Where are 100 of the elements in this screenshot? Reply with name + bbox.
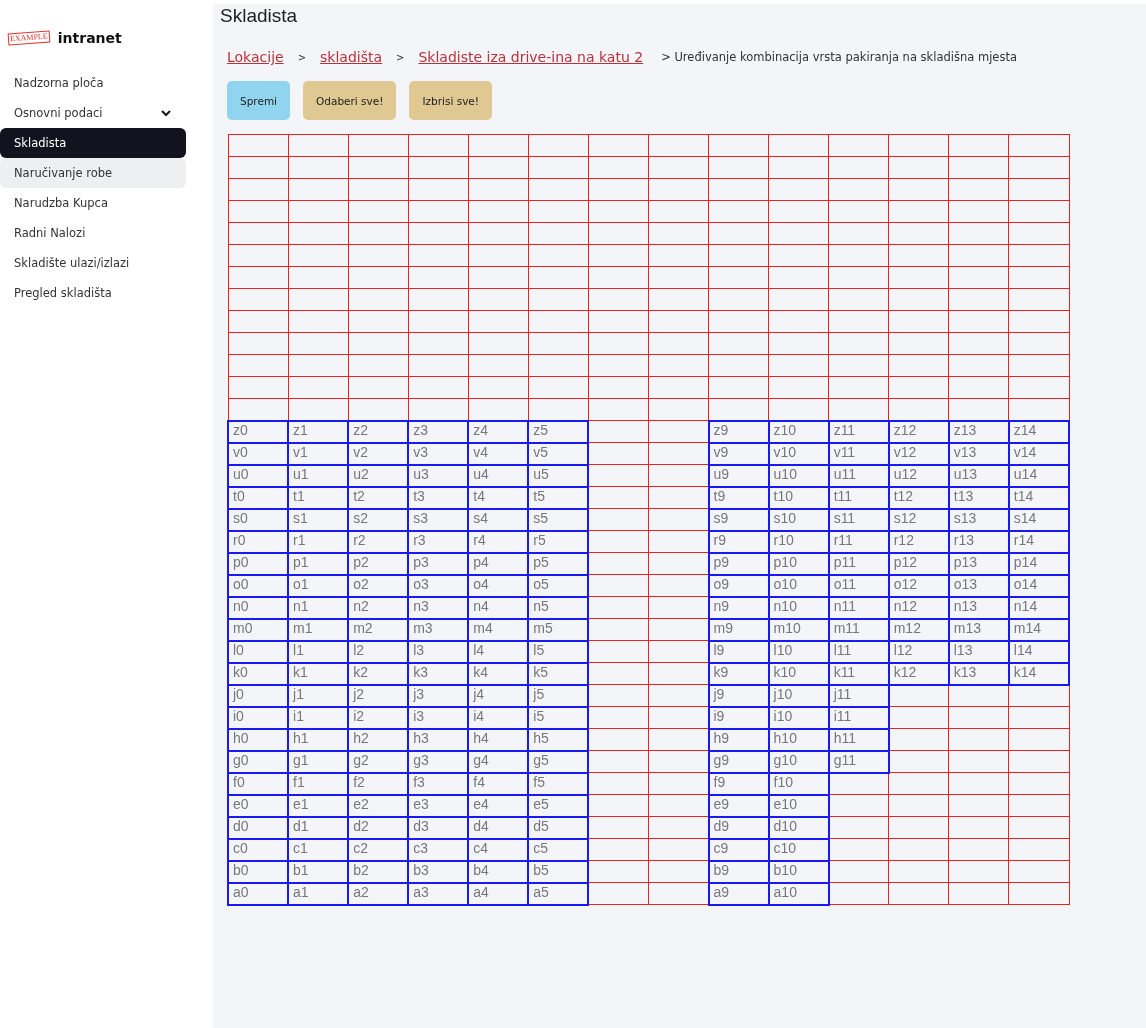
table-cell[interactable]: p4 <box>468 552 529 575</box>
table-cell[interactable]: a1 <box>288 882 349 905</box>
table-cell[interactable]: o1 <box>288 574 349 597</box>
table-cell[interactable]: m0 <box>228 618 289 641</box>
table-cell[interactable]: f1 <box>288 772 349 795</box>
table-cell[interactable]: g0 <box>228 750 289 773</box>
table-cell[interactable]: g1 <box>288 750 349 773</box>
table-cell[interactable]: r5 <box>528 530 589 553</box>
table-cell[interactable]: d4 <box>468 816 529 839</box>
table-cell[interactable]: g3 <box>408 750 469 773</box>
table-cell[interactable]: a9 <box>708 882 769 905</box>
table-cell[interactable]: l13 <box>948 640 1009 663</box>
table-cell[interactable]: s10 <box>768 508 829 531</box>
table-cell[interactable]: d2 <box>348 816 409 839</box>
menu-item[interactable]: Naručivanje robe <box>0 158 186 188</box>
table-cell[interactable]: c9 <box>708 838 769 861</box>
menu-item[interactable]: Narudzba Kupca <box>0 188 186 218</box>
table-cell[interactable]: n9 <box>708 596 769 619</box>
table-cell[interactable]: l1 <box>288 640 349 663</box>
table-cell[interactable]: s0 <box>228 508 289 531</box>
table-cell[interactable]: i10 <box>768 706 829 729</box>
table-cell[interactable]: o9 <box>708 574 769 597</box>
table-cell[interactable]: c10 <box>768 838 829 861</box>
table-cell[interactable]: k11 <box>828 662 889 685</box>
table-cell[interactable]: r14 <box>1008 530 1069 553</box>
table-cell[interactable]: e4 <box>468 794 529 817</box>
breadcrumb-link[interactable]: Skladiste iza drive-ina na katu 2 <box>418 49 644 65</box>
table-cell[interactable]: l12 <box>888 640 949 663</box>
table-cell[interactable]: r9 <box>708 530 769 553</box>
table-cell[interactable]: n3 <box>408 596 469 619</box>
table-cell[interactable]: i4 <box>468 706 529 729</box>
table-cell[interactable]: p3 <box>408 552 469 575</box>
table-cell[interactable]: e9 <box>708 794 769 817</box>
table-cell[interactable]: o4 <box>468 574 529 597</box>
table-cell[interactable]: o13 <box>948 574 1009 597</box>
table-cell[interactable]: i2 <box>348 706 409 729</box>
table-cell[interactable]: n10 <box>768 596 829 619</box>
table-cell[interactable]: c2 <box>348 838 409 861</box>
table-cell[interactable]: m13 <box>948 618 1009 641</box>
table-cell[interactable]: d3 <box>408 816 469 839</box>
table-cell[interactable]: r0 <box>228 530 289 553</box>
table-cell[interactable]: b4 <box>468 860 529 883</box>
table-cell[interactable]: j1 <box>288 684 349 707</box>
menu-item[interactable]: Radni Nalozi <box>0 218 186 248</box>
table-cell[interactable]: u1 <box>288 464 349 487</box>
table-cell[interactable]: t2 <box>348 486 409 509</box>
table-cell[interactable]: v14 <box>1008 442 1069 465</box>
table-cell[interactable]: o0 <box>228 574 289 597</box>
table-cell[interactable]: u13 <box>948 464 1009 487</box>
table-cell[interactable]: o11 <box>828 574 889 597</box>
table-cell[interactable]: f5 <box>528 772 589 795</box>
table-cell[interactable]: j10 <box>768 684 829 707</box>
table-cell[interactable]: f4 <box>468 772 529 795</box>
table-cell[interactable]: m12 <box>888 618 949 641</box>
table-cell[interactable]: u3 <box>408 464 469 487</box>
table-cell[interactable]: s13 <box>948 508 1009 531</box>
table-cell[interactable]: v1 <box>288 442 349 465</box>
table-cell[interactable]: v11 <box>828 442 889 465</box>
table-cell[interactable]: u4 <box>468 464 529 487</box>
table-cell[interactable]: m11 <box>828 618 889 641</box>
table-cell[interactable]: a2 <box>348 882 409 905</box>
table-cell[interactable]: e2 <box>348 794 409 817</box>
table-cell[interactable]: m2 <box>348 618 409 641</box>
table-cell[interactable]: u14 <box>1008 464 1069 487</box>
table-cell[interactable]: z12 <box>888 420 949 443</box>
table-cell[interactable]: v4 <box>468 442 529 465</box>
table-cell[interactable]: k14 <box>1008 662 1069 685</box>
table-cell[interactable]: p10 <box>768 552 829 575</box>
table-cell[interactable]: e0 <box>228 794 289 817</box>
table-cell[interactable]: o2 <box>348 574 409 597</box>
table-cell[interactable]: n12 <box>888 596 949 619</box>
table-cell[interactable]: l2 <box>348 640 409 663</box>
table-cell[interactable]: r2 <box>348 530 409 553</box>
table-cell[interactable]: s4 <box>468 508 529 531</box>
table-cell[interactable]: j0 <box>228 684 289 707</box>
action-button[interactable]: Izbrisi sve! <box>409 81 493 120</box>
table-cell[interactable]: n2 <box>348 596 409 619</box>
table-cell[interactable]: a3 <box>408 882 469 905</box>
table-cell[interactable]: o14 <box>1008 574 1069 597</box>
table-cell[interactable]: t4 <box>468 486 529 509</box>
table-cell[interactable]: u0 <box>228 464 289 487</box>
table-cell[interactable]: e1 <box>288 794 349 817</box>
table-cell[interactable]: l10 <box>768 640 829 663</box>
table-cell[interactable]: f10 <box>768 772 829 795</box>
table-cell[interactable]: s5 <box>528 508 589 531</box>
menu-item[interactable]: Skladista <box>0 128 186 158</box>
table-cell[interactable]: h11 <box>828 728 889 751</box>
table-cell[interactable]: f3 <box>408 772 469 795</box>
table-cell[interactable]: p12 <box>888 552 949 575</box>
table-cell[interactable]: l14 <box>1008 640 1069 663</box>
table-cell[interactable]: n5 <box>528 596 589 619</box>
table-cell[interactable]: k12 <box>888 662 949 685</box>
table-cell[interactable]: u5 <box>528 464 589 487</box>
table-cell[interactable]: d9 <box>708 816 769 839</box>
table-cell[interactable]: e5 <box>528 794 589 817</box>
menu-group[interactable]: Osnovni podaci <box>0 98 186 128</box>
table-cell[interactable]: o5 <box>528 574 589 597</box>
table-cell[interactable]: z9 <box>708 420 769 443</box>
table-cell[interactable]: p9 <box>708 552 769 575</box>
table-cell[interactable]: g5 <box>528 750 589 773</box>
